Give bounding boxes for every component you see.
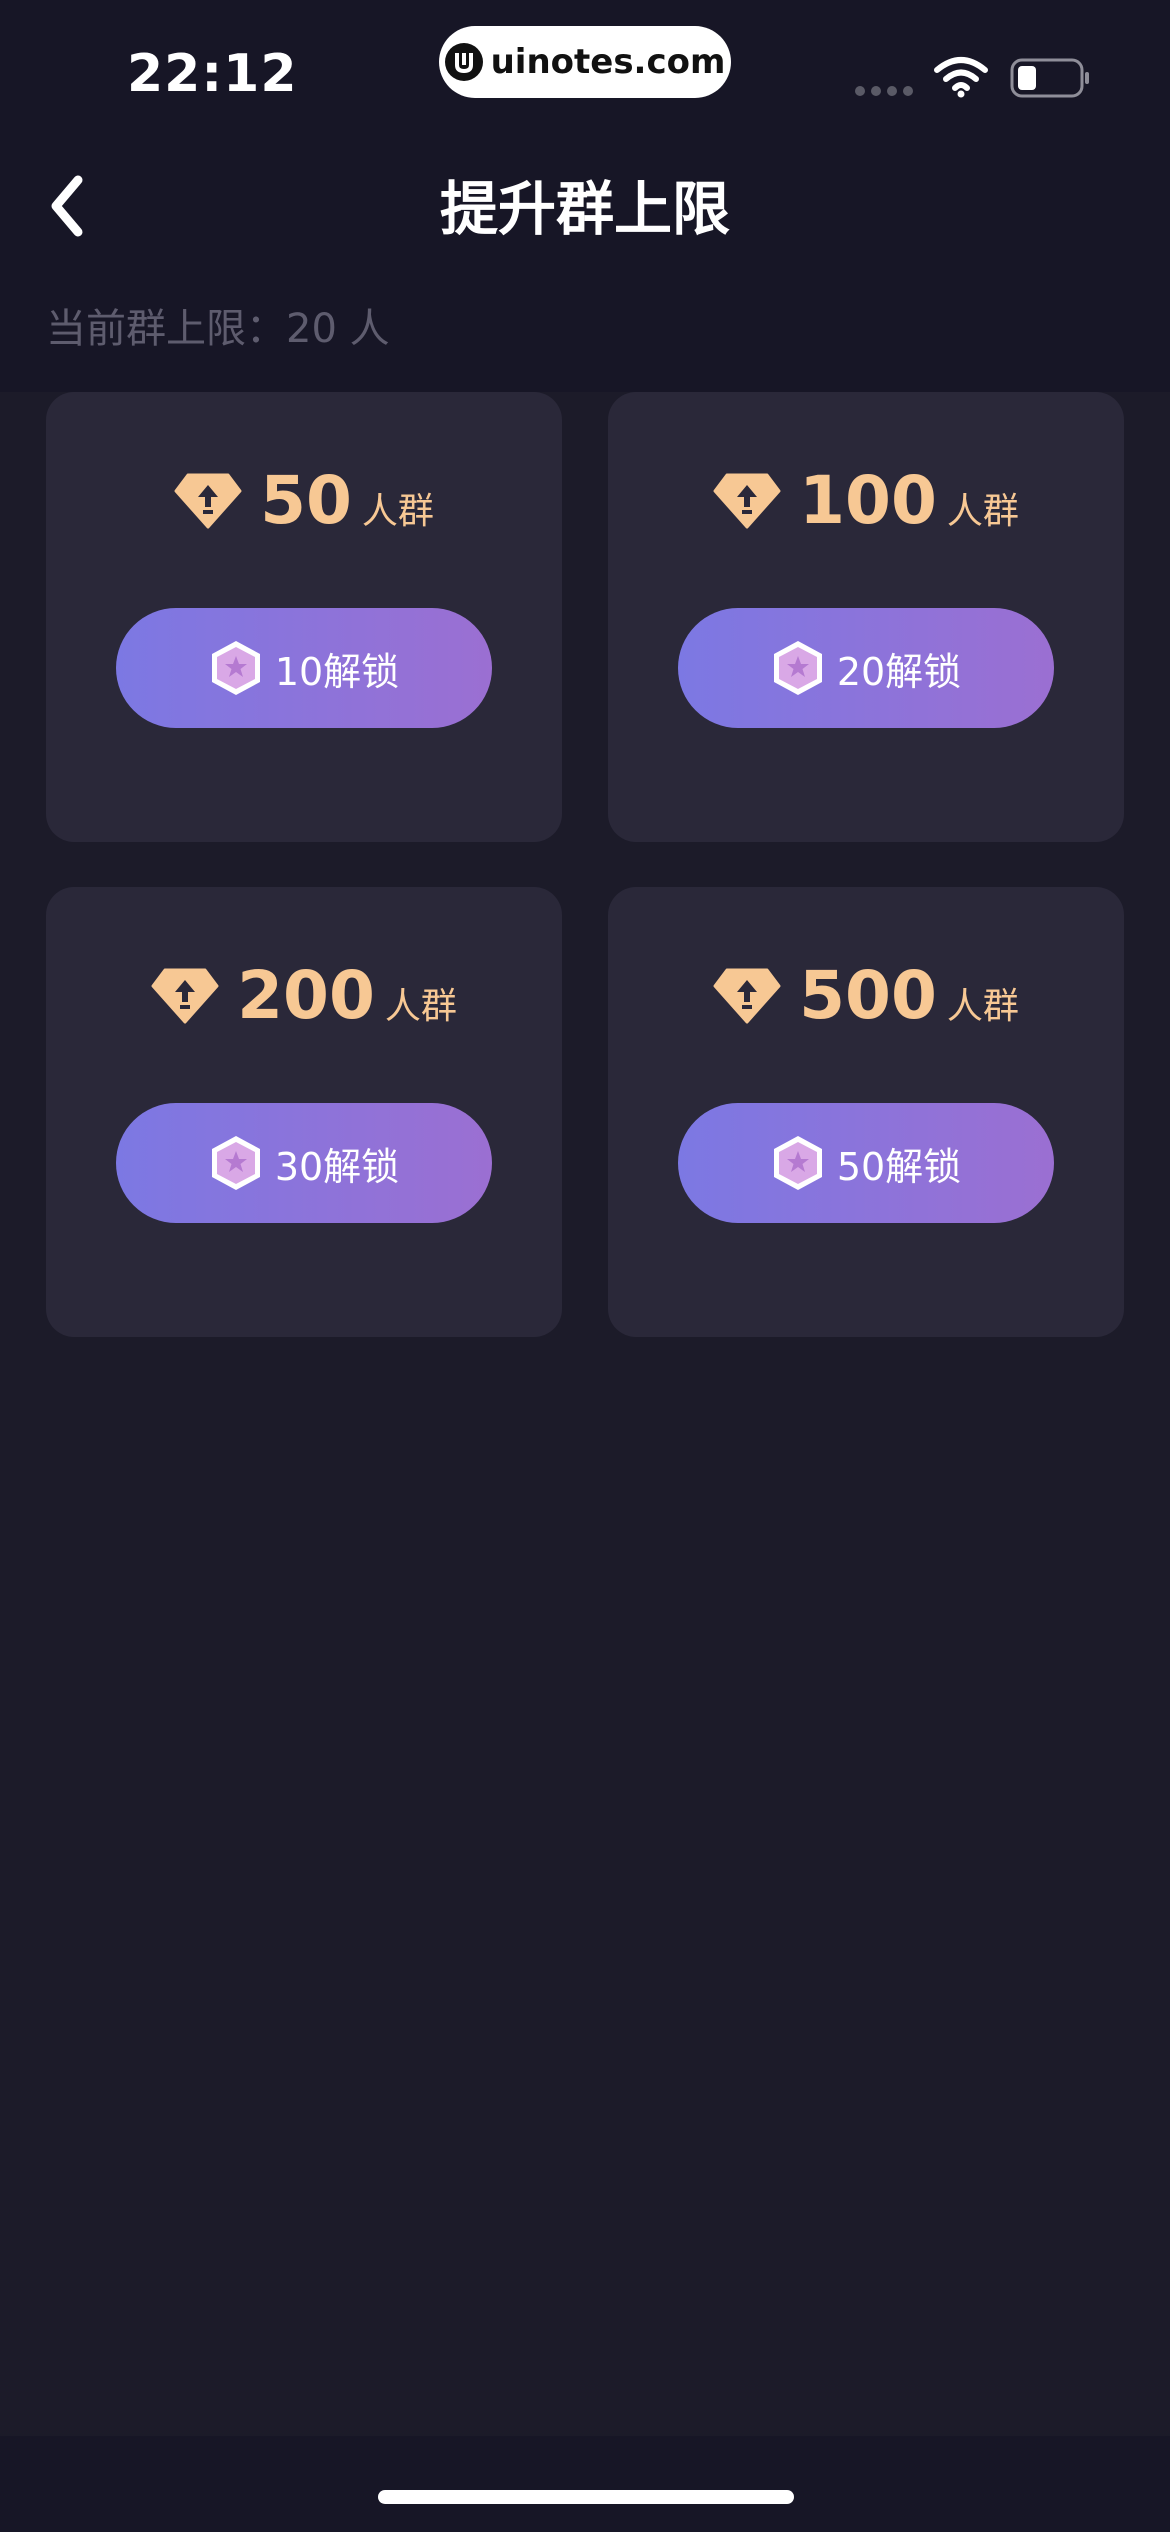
purple-coin-icon <box>211 641 260 695</box>
diamond-upgrade-icon <box>151 968 219 1023</box>
tier-size: 50 <box>260 462 352 539</box>
wifi-icon <box>934 57 988 98</box>
url-text: uinotes.com <box>490 42 726 82</box>
home-indicator[interactable] <box>378 2490 794 2504</box>
page-title: 提升群上限 <box>439 175 730 243</box>
bottom-bar <box>0 2436 1170 2532</box>
unlock-button-100[interactable]: 20解锁 <box>678 608 1054 728</box>
tier-title: 50 人群 <box>46 462 562 539</box>
uinotes-logo-icon <box>444 43 483 81</box>
tier-size: 100 <box>799 462 937 539</box>
tier-card: 50 人群 10解锁 <box>46 392 562 842</box>
diamond-upgrade-icon <box>713 968 781 1023</box>
diamond-upgrade-icon <box>174 473 242 528</box>
unlock-button-500[interactable]: 50解锁 <box>678 1103 1054 1223</box>
unlock-button-label: 20解锁 <box>836 649 962 694</box>
unlock-button-50[interactable]: 10解锁 <box>116 608 492 728</box>
tier-card: 200 人群 30解锁 <box>46 887 562 1337</box>
unlock-button-label: 50解锁 <box>836 1144 962 1189</box>
tier-size: 500 <box>799 957 937 1034</box>
tier-title: 200 人群 <box>46 957 562 1034</box>
current-limit-label: 当前群上限： <box>46 306 286 352</box>
current-limit-value: 20 人 <box>286 306 390 352</box>
url-badge: uinotes.com <box>439 26 731 98</box>
battery-icon <box>1010 58 1089 98</box>
cellular-signal-icon <box>855 86 913 96</box>
unlock-button-200[interactable]: 30解锁 <box>116 1103 492 1223</box>
purple-coin-icon <box>211 1136 260 1190</box>
tier-size: 200 <box>237 957 375 1034</box>
tier-card: 100 人群 20解锁 <box>608 392 1124 842</box>
tier-unit: 人群 <box>946 986 1019 1027</box>
tier-title: 100 人群 <box>608 462 1124 539</box>
current-limit-row: 当前群上限：20 人 <box>46 296 390 354</box>
purple-coin-icon <box>773 641 822 695</box>
status-time: 22:12 <box>127 44 298 104</box>
purple-coin-icon <box>773 1136 822 1190</box>
tier-title: 500 人群 <box>608 957 1124 1034</box>
diamond-upgrade-icon <box>713 473 781 528</box>
unlock-button-label: 10解锁 <box>274 649 400 694</box>
tier-unit: 人群 <box>946 491 1019 532</box>
tier-unit: 人群 <box>361 491 434 532</box>
tier-card: 500 人群 50解锁 <box>608 887 1124 1337</box>
tier-unit: 人群 <box>384 986 457 1027</box>
unlock-button-label: 30解锁 <box>274 1144 400 1189</box>
